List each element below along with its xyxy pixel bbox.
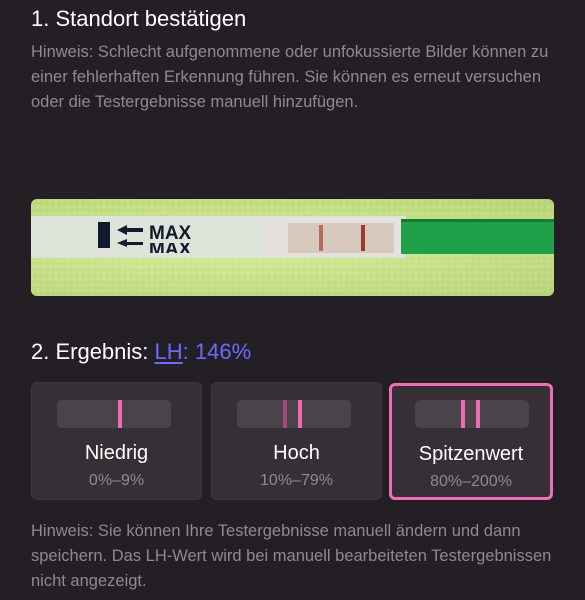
strip-icon <box>57 400 171 428</box>
lh-value: 146% <box>194 339 252 364</box>
level-label: Hoch <box>273 442 320 464</box>
strip-line <box>283 400 287 428</box>
manual-edit-hint: Hinweis: Sie können Ihre Testergebnisse … <box>31 522 552 590</box>
strip-line <box>118 400 122 428</box>
strip-handle <box>401 219 554 254</box>
level-range: 10%–79% <box>260 472 333 489</box>
level-range: 0%–9% <box>88 472 145 489</box>
level-card-low[interactable]: Niedrig 0%–9% <box>31 382 202 500</box>
strip-icon <box>415 400 529 428</box>
strip-line <box>298 400 302 428</box>
level-label: Niedrig <box>84 442 149 464</box>
result-prefix: 2. Ergebnis: <box>31 339 155 364</box>
step-confirm-location-title: 1. Standort bestätigen <box>31 6 247 31</box>
strip-line <box>476 400 480 428</box>
result-window <box>288 223 394 253</box>
test-strip-photo[interactable]: MAX MAX <box>31 199 554 296</box>
strip-image: MAX MAX <box>31 199 554 296</box>
result-title: 2. Ergebnis: LH: 146% <box>31 338 251 366</box>
level-card-high[interactable]: Hoch 10%–79% <box>211 382 382 500</box>
capture-hint: Hinweis: Schlecht aufgenommene oder unfo… <box>31 43 549 111</box>
max-label: MAX <box>149 223 192 244</box>
control-line <box>361 225 365 251</box>
level-range: 80%–200% <box>430 473 512 490</box>
strip-line <box>461 400 465 428</box>
strip-tip-marker <box>98 222 110 248</box>
strip-icon <box>237 400 351 428</box>
level-label: Spitzenwert <box>418 443 524 465</box>
test-line <box>319 225 323 251</box>
result-colon: : <box>182 339 189 364</box>
level-card-peak[interactable]: Spitzenwert 80%–200% <box>389 383 553 500</box>
lh-info-link[interactable]: LH <box>155 339 183 364</box>
